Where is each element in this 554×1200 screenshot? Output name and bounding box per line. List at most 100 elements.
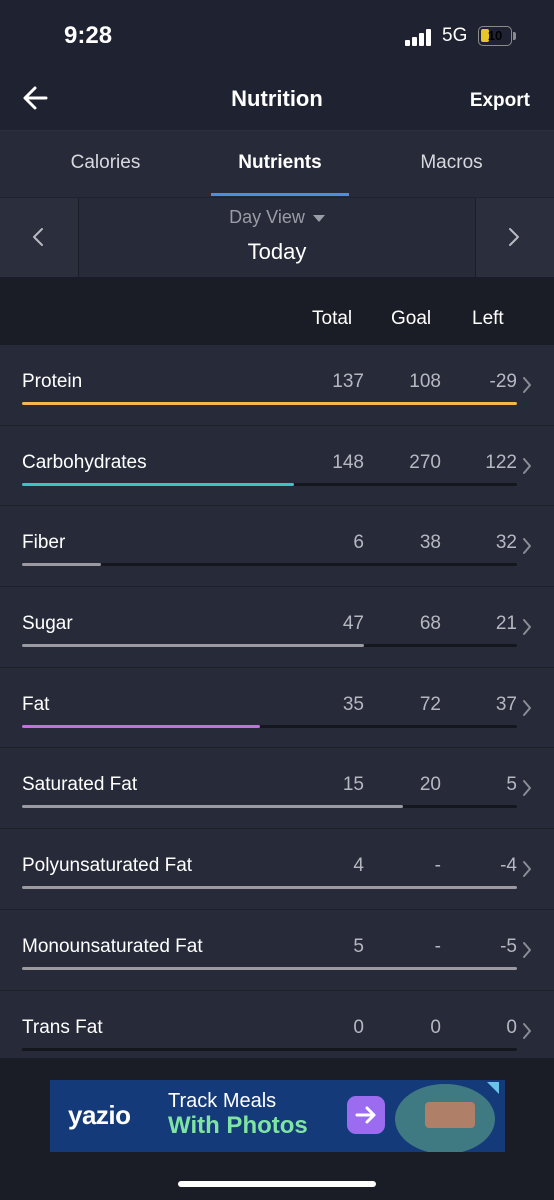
arrow-right-icon bbox=[347, 1096, 385, 1134]
nutrient-name: Monounsaturated Fat bbox=[22, 935, 203, 957]
chevron-right-icon bbox=[523, 941, 531, 958]
chevron-right-icon bbox=[523, 699, 531, 716]
nutrient-total: 6 bbox=[353, 532, 364, 554]
progress-track bbox=[22, 402, 517, 405]
cellular-signal-icon bbox=[405, 28, 435, 46]
status-bar: 9:28 5G 10 bbox=[0, 0, 554, 72]
nutrient-name: Saturated Fat bbox=[22, 774, 138, 796]
chevron-right-icon bbox=[523, 780, 531, 797]
nutrient-row-carbohydrates[interactable]: Carbohydrates 148 270 122 bbox=[0, 425, 554, 507]
chevron-right-icon bbox=[523, 457, 531, 474]
nutrient-name: Protein bbox=[22, 371, 83, 392]
progress-track bbox=[22, 644, 517, 648]
nutrient-left: 37 bbox=[495, 693, 517, 715]
nutrient-row-monounsaturated-fat[interactable]: Monounsaturated Fat 5 - -5 bbox=[0, 909, 554, 991]
nutrient-goal: 38 bbox=[419, 532, 441, 554]
column-header-total: Total bbox=[312, 308, 353, 329]
chevron-right-icon bbox=[523, 1022, 531, 1039]
progress-fill bbox=[22, 805, 404, 809]
ad-subheadline: With Photos bbox=[168, 1112, 308, 1139]
caret-down-icon bbox=[312, 214, 325, 222]
nutrient-goal: 72 bbox=[419, 693, 441, 715]
nutrient-row-fiber[interactable]: Fiber 6 38 32 bbox=[0, 506, 554, 588]
nutrient-total: 4 bbox=[353, 855, 364, 877]
nutrient-goal: 68 bbox=[419, 613, 441, 635]
progress-track bbox=[22, 1047, 517, 1051]
nutrient-goal: 20 bbox=[419, 774, 441, 796]
network-type: 5G bbox=[442, 25, 468, 46]
progress-fill bbox=[22, 886, 517, 890]
progress-fill bbox=[22, 644, 364, 648]
nav-bar: Nutrition Export bbox=[0, 72, 554, 131]
progress-track bbox=[22, 482, 517, 486]
nutrient-left: 122 bbox=[485, 451, 517, 473]
nutrient-row-protein[interactable]: Protein 137 108 -29 bbox=[0, 345, 554, 426]
column-header-row: Total Goal Left bbox=[0, 297, 554, 345]
tab-nutrients[interactable]: Nutrients bbox=[211, 131, 349, 197]
chevron-right-icon bbox=[523, 619, 531, 636]
progress-fill bbox=[22, 402, 517, 405]
chevron-right-icon bbox=[523, 861, 531, 878]
nutrient-total: 5 bbox=[353, 935, 364, 957]
battery-icon: 10 bbox=[478, 26, 512, 46]
nutrient-list: Protein 137 108 -29 Carbohydrates 148 270 122 Fi… bbox=[0, 345, 554, 1072]
battery-tip bbox=[513, 32, 516, 40]
nutrient-name: Fiber bbox=[22, 532, 66, 554]
progress-fill bbox=[22, 724, 260, 728]
ad-brand-logo: yazio bbox=[68, 1100, 131, 1130]
progress-track bbox=[22, 563, 517, 567]
nutrient-left: -29 bbox=[489, 371, 517, 392]
tab-calories[interactable]: Calories bbox=[0, 131, 211, 197]
nutrient-name: Polyunsaturated Fat bbox=[22, 855, 193, 877]
status-time: 9:28 bbox=[64, 22, 113, 49]
progress-track bbox=[22, 724, 517, 728]
nutrient-left: -5 bbox=[500, 935, 517, 957]
nutrient-goal: - bbox=[434, 935, 441, 957]
export-button[interactable]: Export bbox=[470, 90, 530, 112]
nutrient-row-sugar[interactable]: Sugar 47 68 21 bbox=[0, 587, 554, 668]
nutrient-name: Carbohydrates bbox=[22, 451, 147, 473]
nutrient-goal: 108 bbox=[409, 371, 441, 392]
ad-food-image bbox=[395, 1084, 495, 1152]
progress-track bbox=[22, 805, 517, 809]
day-view-dropdown[interactable]: Day View bbox=[0, 207, 554, 228]
nutrient-total: 35 bbox=[342, 693, 364, 715]
nutrient-total: 137 bbox=[332, 371, 364, 392]
nutrient-total: 148 bbox=[332, 451, 364, 473]
progress-track bbox=[22, 886, 517, 890]
nutrient-total: 15 bbox=[342, 774, 364, 796]
battery-level: 10 bbox=[487, 28, 503, 43]
column-header-goal: Goal bbox=[391, 308, 432, 329]
progress-fill bbox=[22, 482, 295, 486]
nutrient-goal: 270 bbox=[409, 451, 441, 473]
chevron-right-icon bbox=[523, 377, 531, 393]
tab-macros[interactable]: Macros bbox=[349, 131, 554, 197]
nutrient-row-fat[interactable]: Fat 35 72 37 bbox=[0, 667, 554, 749]
nutrient-total: 47 bbox=[342, 613, 364, 635]
progress-fill bbox=[22, 563, 102, 567]
progress-fill bbox=[22, 966, 517, 970]
nutrient-name: Sugar bbox=[22, 613, 73, 635]
nutrient-row-saturated-fat[interactable]: Saturated Fat 15 20 5 bbox=[0, 748, 554, 830]
ad-headline: Track Meals bbox=[168, 1090, 277, 1112]
nutrient-left: 21 bbox=[495, 613, 517, 635]
home-indicator bbox=[178, 1181, 376, 1187]
nutrient-name: Fat bbox=[22, 693, 50, 715]
ad-choices-icon bbox=[487, 1082, 499, 1094]
nutrient-total: 0 bbox=[353, 1016, 364, 1038]
column-header-left: Left bbox=[472, 308, 504, 329]
tab-bar: Calories Nutrients Macros bbox=[0, 131, 554, 197]
nutrient-left: 5 bbox=[506, 774, 517, 796]
chevron-right-icon bbox=[523, 538, 531, 555]
nutrient-left: 32 bbox=[495, 532, 517, 554]
nutrient-left: -4 bbox=[500, 855, 517, 877]
nutrient-row-polyunsaturated-fat[interactable]: Polyunsaturated Fat 4 - -4 bbox=[0, 829, 554, 910]
nutrient-name: Trans Fat bbox=[22, 1016, 103, 1038]
nutrient-left: 0 bbox=[506, 1016, 517, 1038]
day-view-label: Day View bbox=[229, 207, 305, 227]
ad-banner[interactable]: yazio Track Meals With Photos bbox=[50, 1080, 505, 1152]
nutrient-goal: - bbox=[434, 855, 441, 877]
section-spacer bbox=[0, 277, 554, 297]
active-tab-indicator bbox=[211, 193, 349, 196]
nutrient-goal: 0 bbox=[430, 1016, 441, 1038]
